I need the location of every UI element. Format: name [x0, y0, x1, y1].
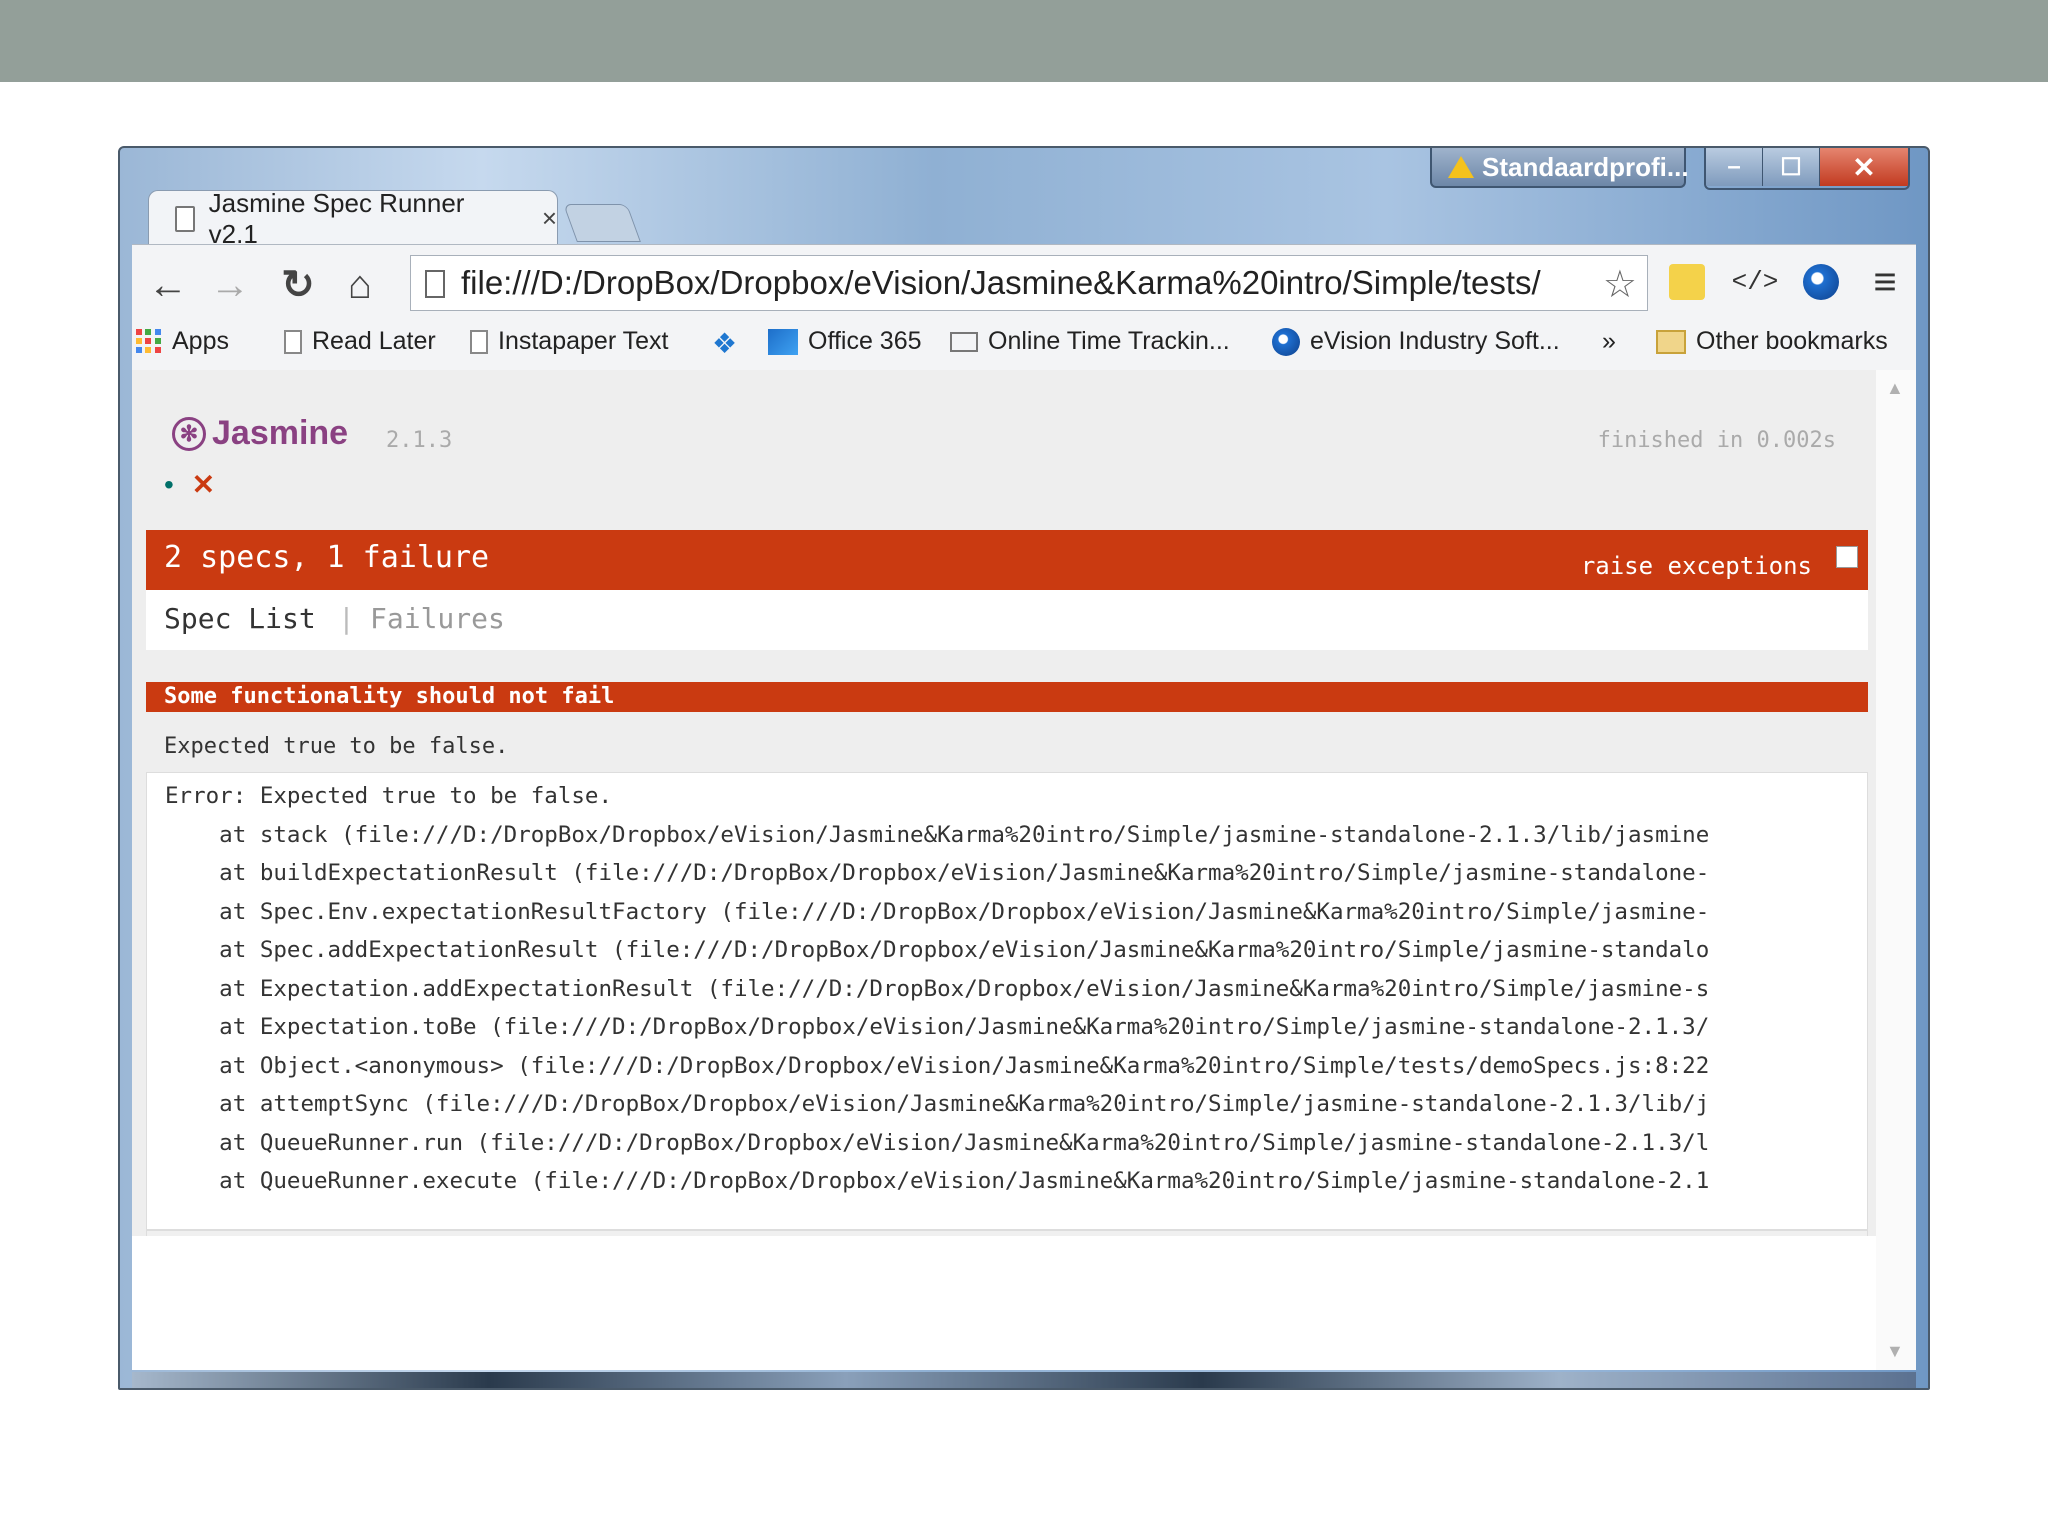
results-menu: Spec List | Failures	[146, 590, 1868, 650]
office-365-icon	[768, 328, 798, 355]
evision-extension-icon[interactable]	[1796, 257, 1846, 307]
bookmark-apps[interactable]: Apps	[136, 327, 229, 356]
scroll-up-arrow-icon[interactable]: ▲	[1886, 378, 1904, 399]
bookmark-other[interactable]: Other bookmarks	[1656, 327, 1888, 356]
stack-line: at Expectation.toBe (file:///D:/DropBox/…	[165, 1014, 1710, 1040]
chrome-menu-icon[interactable]: ≡	[1860, 257, 1910, 307]
maximize-button[interactable]: ☐	[1763, 148, 1820, 186]
warning-icon	[1448, 156, 1474, 178]
bookmark-label: Other bookmarks	[1696, 327, 1888, 355]
browser-toolbar: ← → ↻ ⌂ file:///D:/DropBox/Dropbox/eVisi…	[132, 244, 1916, 373]
stack-line: Error: Expected true to be false.	[165, 783, 613, 809]
stack-line: at Spec.addExpectationResult (file:///D:…	[165, 937, 1710, 963]
window-controls: – ☐ ✕	[1704, 148, 1910, 190]
bookmark-dropbox[interactable]: ❖	[712, 327, 737, 360]
page-icon	[175, 205, 195, 232]
page-icon	[470, 329, 488, 354]
stack-line: at stack (file:///D:/DropBox/Dropbox/eVi…	[165, 821, 1710, 848]
bookmark-office-365[interactable]: Office 365	[768, 327, 922, 356]
close-window-button[interactable]: ✕	[1820, 148, 1908, 186]
scroll-down-arrow-icon[interactable]: ▼	[1886, 1341, 1904, 1362]
failed-spec-mark[interactable]: ✕	[192, 469, 215, 500]
page-bottom-area	[132, 1236, 1876, 1370]
profile-button[interactable]: Standaardprofi...	[1430, 148, 1689, 188]
window-bottom-edge	[132, 1372, 1916, 1388]
bookmark-label: Online Time Trackin...	[988, 327, 1230, 355]
stack-line: at Spec.Env.expectationResultFactory (fi…	[165, 898, 1710, 925]
menu-separator: |	[338, 602, 355, 635]
tab-jasmine-spec-runner[interactable]: Jasmine Spec Runner v2.1 ×	[148, 188, 558, 249]
bookmark-evision[interactable]: eVision Industry Soft...	[1272, 327, 1560, 356]
bookmark-instapaper[interactable]: Instapaper Text	[470, 327, 668, 356]
duration-text: finished in 0.002s	[1597, 428, 1836, 453]
code-extension-icon[interactable]: </>	[1730, 257, 1780, 307]
stack-line: at Object.<anonymous> (file:///D:/DropBo…	[165, 1052, 1710, 1079]
address-bar[interactable]: file:///D:/DropBox/Dropbox/eVision/Jasmi…	[410, 255, 1648, 311]
bookmark-read-later[interactable]: Read Later	[284, 327, 436, 356]
stack-line: at Expectation.addExpectationResult (fil…	[165, 975, 1710, 1002]
bookmark-label: Apps	[172, 327, 229, 355]
summary-text: 2 specs, 1 failure	[164, 540, 490, 575]
minimize-button[interactable]: –	[1706, 148, 1763, 186]
failed-spec-title[interactable]: Some functionality should not fail	[146, 682, 1868, 712]
home-icon[interactable]: ⌂	[338, 263, 382, 307]
stack-line: at buildExpectationResult (file:///D:/Dr…	[165, 860, 1710, 886]
passed-spec-dot[interactable]: •	[164, 469, 174, 500]
evision-icon	[1272, 327, 1300, 356]
tab-close-icon[interactable]: ×	[542, 203, 557, 234]
bookmarks-bar: Apps Read Later Instapaper Text ❖ Office…	[132, 319, 1916, 367]
bookmark-label: Read Later	[312, 327, 436, 355]
stack-line: at attemptSync (file:///D:/DropBox/Dropb…	[165, 1091, 1710, 1117]
vertical-scrollbar[interactable]: ▲ ▼	[1876, 370, 1916, 1370]
browser-window: Standaardprofi... – ☐ ✕ Jasmine Spec Run…	[118, 146, 1930, 1390]
failures-link[interactable]: Failures	[370, 602, 505, 635]
bookmark-star-icon[interactable]: ☆	[1603, 262, 1637, 307]
address-url: file:///D:/DropBox/Dropbox/eVision/Jasmi…	[461, 264, 1541, 301]
dropbox-icon: ❖	[712, 328, 738, 359]
jasmine-header: ✻ Jasmine 2.1.3 finished in 0.002s • ✕	[132, 370, 1876, 530]
tab-title: Jasmine Spec Runner v2.1	[208, 187, 465, 249]
stack-trace: Error: Expected true to be false. at sta…	[146, 772, 1868, 1230]
slide-top-band	[0, 0, 2048, 82]
spec-status-dots: • ✕	[164, 468, 215, 501]
folder-icon	[1656, 329, 1686, 354]
raise-exceptions-label: raise exceptions	[1580, 552, 1812, 580]
bookmark-label: Office 365	[808, 327, 922, 355]
bookmark-label: eVision Industry Soft...	[1310, 327, 1560, 355]
page-icon	[284, 329, 302, 354]
bookmark-label: Instapaper Text	[498, 327, 669, 355]
summary-bar: 2 specs, 1 failure raise exceptions	[146, 530, 1868, 590]
jasmine-logo-text: Jasmine	[212, 414, 349, 452]
page-content: ✻ Jasmine 2.1.3 finished in 0.002s • ✕ 2…	[132, 370, 1876, 1370]
apps-grid-icon	[136, 328, 162, 355]
jasmine-logo: ✻ Jasmine	[172, 414, 348, 453]
forward-arrow-icon[interactable]: →	[208, 263, 252, 307]
back-arrow-icon[interactable]: ←	[146, 263, 190, 307]
failure-message: Expected true to be false.	[164, 734, 509, 759]
new-tab-button[interactable]	[563, 204, 641, 242]
envelope-icon	[950, 331, 978, 352]
profile-label: Standaardprofi...	[1482, 151, 1689, 182]
stack-line: at QueueRunner.run (file:///D:/DropBox/D…	[165, 1129, 1710, 1156]
jasmine-flower-icon: ✻	[172, 416, 206, 451]
extension-icon[interactable]	[1662, 257, 1712, 307]
spec-list-link[interactable]: Spec List	[164, 602, 316, 635]
stack-line: at QueueRunner.execute (file:///D:/DropB…	[165, 1168, 1710, 1194]
bookmark-time-tracking[interactable]: Online Time Trackin...	[950, 327, 1230, 356]
reload-icon[interactable]: ↻	[276, 263, 320, 307]
bookmarks-overflow-chevron[interactable]: »	[1602, 327, 1616, 356]
jasmine-version: 2.1.3	[386, 428, 453, 453]
raise-exceptions-checkbox[interactable]	[1836, 546, 1858, 568]
page-icon	[425, 270, 445, 298]
